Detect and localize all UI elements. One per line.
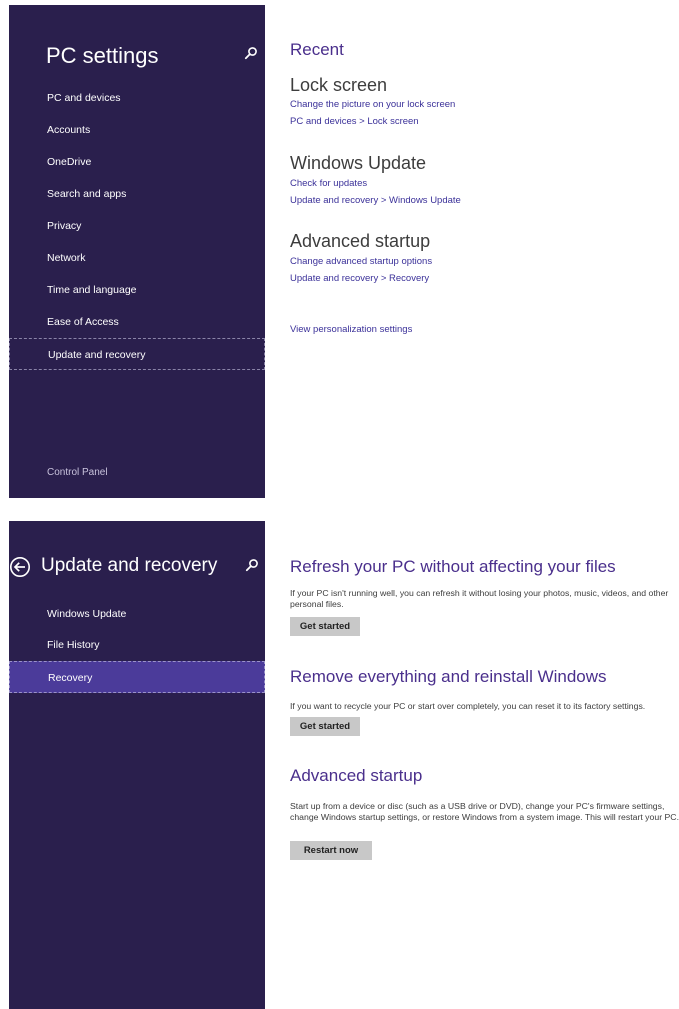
group-title-windows-update: Windows Update xyxy=(290,153,427,173)
sidebar-item-windows-update[interactable]: Windows Update xyxy=(9,598,265,630)
sidebar-item-file-history[interactable]: File History xyxy=(9,629,265,661)
sidebar-item-recovery[interactable]: Recovery xyxy=(9,661,265,693)
section-title-advanced-startup: Advanced startup xyxy=(290,766,423,785)
sidebar-item-label: Network xyxy=(47,252,86,264)
sidebar-item-label: OneDrive xyxy=(47,156,92,168)
link-path-windows-update[interactable]: Update and recovery > Windows Update xyxy=(290,195,461,206)
sidebar-item-label: Search and apps xyxy=(47,188,127,200)
sidebar-item-label: Accounts xyxy=(47,124,91,136)
sidebar-item-accounts[interactable]: Accounts xyxy=(9,114,265,146)
group-title-advanced-startup: Advanced startup xyxy=(290,231,431,251)
sidebar-item-search-and-apps[interactable]: Search and apps xyxy=(9,178,265,210)
section-title-refresh: Refresh your PC without affecting your f… xyxy=(290,557,616,576)
sidebar-item-time-and-language[interactable]: Time and language xyxy=(9,274,265,306)
pc-settings-sidebar: PC settings PC and devices Accounts OneD… xyxy=(9,5,265,498)
link-path-lock-screen[interactable]: PC and devices > Lock screen xyxy=(290,116,419,127)
back-arrow-icon[interactable] xyxy=(9,556,31,578)
section-desc-reset: If you want to recycle your PC or start … xyxy=(290,701,646,711)
update-and-recovery-screen: Update and recovery Windows Update File … xyxy=(0,521,679,1009)
restart-now-button[interactable]: Restart now xyxy=(290,841,372,860)
recovery-content: Refresh your PC without affecting your f… xyxy=(290,521,679,1009)
recent-content: Recent Lock screen Change the picture on… xyxy=(290,0,679,498)
section-title-reset: Remove everything and reinstall Windows xyxy=(290,667,607,686)
link-change-advanced-startup[interactable]: Change advanced startup options xyxy=(290,256,432,267)
sidebar-item-update-and-recovery[interactable]: Update and recovery xyxy=(9,338,265,370)
link-check-for-updates[interactable]: Check for updates xyxy=(290,178,367,189)
update-recovery-sidebar: Update and recovery Windows Update File … xyxy=(9,521,265,1009)
sidebar-item-privacy[interactable]: Privacy xyxy=(9,210,265,242)
link-path-recovery[interactable]: Update and recovery > Recovery xyxy=(290,273,429,284)
sidebar-item-label: Privacy xyxy=(47,220,82,232)
link-change-lock-screen-picture[interactable]: Change the picture on your lock screen xyxy=(290,99,455,110)
pc-settings-screen: PC settings PC and devices Accounts OneD… xyxy=(0,0,679,498)
sidebar-item-label: Update and recovery xyxy=(48,349,146,361)
sidebar-item-network[interactable]: Network xyxy=(9,242,265,274)
search-icon[interactable] xyxy=(245,558,259,572)
search-icon[interactable] xyxy=(244,46,258,60)
control-panel-link[interactable]: Control Panel xyxy=(47,467,108,478)
group-title-lock-screen: Lock screen xyxy=(290,75,388,95)
sidebar-item-ease-of-access[interactable]: Ease of Access xyxy=(9,306,265,338)
refresh-get-started-button[interactable]: Get started xyxy=(290,617,360,636)
sidebar-item-onedrive[interactable]: OneDrive xyxy=(9,146,265,178)
sidebar-item-label: Time and language xyxy=(47,284,137,296)
section-desc-advanced-startup: Start up from a device or disc (such as … xyxy=(290,801,679,822)
link-view-personalization-settings[interactable]: View personalization settings xyxy=(290,324,412,335)
sidebar-title: PC settings xyxy=(46,43,159,68)
recent-heading: Recent xyxy=(290,40,344,59)
sidebar-item-label: Recovery xyxy=(48,672,93,684)
reset-get-started-button[interactable]: Get started xyxy=(290,717,360,736)
sidebar-item-label: PC and devices xyxy=(47,92,121,104)
section-desc-refresh: If your PC isn't running well, you can r… xyxy=(290,588,669,609)
sidebar-item-label: Windows Update xyxy=(47,608,127,620)
sidebar-item-pc-and-devices[interactable]: PC and devices xyxy=(9,82,265,114)
sidebar-item-label: File History xyxy=(47,639,100,651)
sidebar-title: Update and recovery xyxy=(41,555,218,576)
sidebar-item-label: Ease of Access xyxy=(47,316,119,328)
